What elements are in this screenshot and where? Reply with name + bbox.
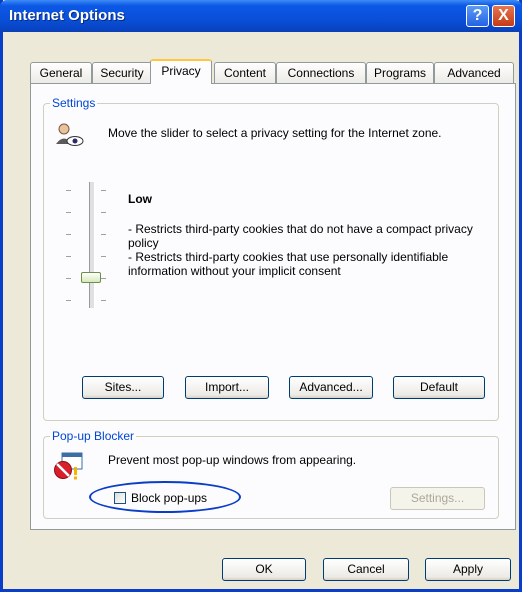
- tab-connections[interactable]: Connections: [276, 62, 366, 83]
- popup-blocked-icon: [54, 452, 83, 480]
- settings-group: Settings Move the slider to select a pri…: [43, 96, 499, 421]
- slider-tick: [66, 278, 71, 279]
- internet-options-window: Internet Options ? X General Security Pr…: [0, 0, 522, 592]
- apply-button[interactable]: Apply: [425, 558, 511, 581]
- slider-tick: [101, 234, 106, 235]
- privacy-panel: Settings Move the slider to select a pri…: [30, 83, 516, 530]
- privacy-person-eye-icon: [56, 123, 84, 146]
- slider-tick: [101, 300, 106, 301]
- ok-button[interactable]: OK: [222, 558, 306, 581]
- tab-privacy[interactable]: Privacy: [150, 59, 212, 84]
- privacy-level-desc-1: - Restricts third-party cookies that do …: [128, 222, 473, 250]
- tab-content[interactable]: Content: [214, 62, 276, 83]
- privacy-level-desc-2: - Restricts third-party cookies that use…: [128, 250, 449, 278]
- popup-blocker-group: Pop-up Blocker Prevent most pop-up windo…: [43, 429, 499, 519]
- settings-group-label: Settings: [50, 96, 98, 110]
- close-button[interactable]: X: [492, 5, 515, 27]
- slider-tick: [66, 256, 71, 257]
- popup-settings-button[interactable]: Settings...: [390, 487, 485, 510]
- slider-tick: [66, 190, 71, 191]
- cancel-button[interactable]: Cancel: [323, 558, 409, 581]
- help-button[interactable]: ?: [466, 5, 489, 27]
- privacy-intro-text: Move the slider to select a privacy sett…: [108, 126, 442, 140]
- popup-blocker-description: Prevent most pop-up windows from appeari…: [108, 453, 357, 467]
- advanced-button[interactable]: Advanced...: [289, 376, 373, 399]
- import-button[interactable]: Import...: [185, 376, 269, 399]
- slider-tick: [101, 212, 106, 213]
- slider-tick: [101, 190, 106, 191]
- slider-thumb[interactable]: [81, 272, 101, 283]
- privacy-level-title: Low: [128, 192, 152, 206]
- tab-advanced[interactable]: Advanced: [434, 62, 514, 83]
- slider-tick: [101, 256, 106, 257]
- default-button[interactable]: Default: [393, 376, 485, 399]
- highlight-ellipse: [89, 481, 241, 513]
- slider-tick: [66, 234, 71, 235]
- slider-tick: [66, 300, 71, 301]
- slider-tick: [66, 212, 71, 213]
- title-bar[interactable]: Internet Options ? X: [0, 0, 522, 32]
- tab-security[interactable]: Security: [92, 62, 152, 83]
- window-title: Internet Options: [9, 7, 125, 24]
- tab-general[interactable]: General: [30, 62, 92, 83]
- slider-tick: [101, 278, 106, 279]
- sites-button[interactable]: Sites...: [82, 376, 164, 399]
- slider-track[interactable]: [89, 182, 95, 308]
- popup-blocker-group-label: Pop-up Blocker: [50, 429, 137, 443]
- tab-programs[interactable]: Programs: [366, 62, 434, 83]
